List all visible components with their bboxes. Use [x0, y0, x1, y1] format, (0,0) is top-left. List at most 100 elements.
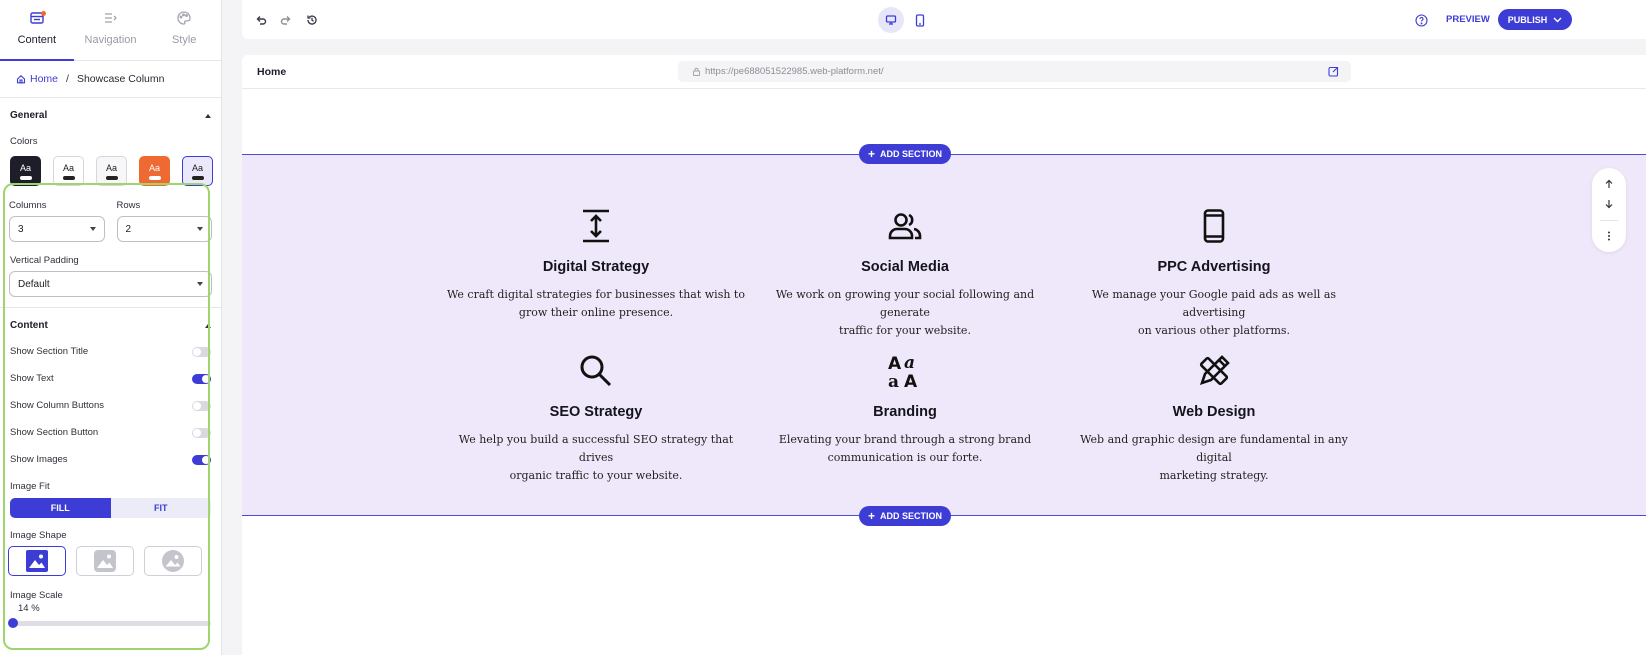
column-item[interactable]: Social Media We work on growing your soc…: [755, 207, 1055, 340]
column-text-line: Web and graphic design are fundamental i…: [1080, 433, 1348, 464]
column-title: Digital Strategy: [542, 259, 650, 275]
slider-knob[interactable]: [8, 618, 18, 628]
breadcrumb: Home / Showcase Column: [0, 61, 221, 98]
image-scale-slider[interactable]: [8, 618, 211, 628]
more-options-icon[interactable]: [1607, 231, 1611, 241]
columns-value: 3: [18, 223, 24, 235]
publish-button[interactable]: PUBLISH: [1498, 9, 1572, 30]
tab-navigation[interactable]: Navigation: [74, 0, 148, 60]
undo-icon: [256, 16, 267, 25]
image-square-icon: [26, 550, 48, 572]
column-item[interactable]: PPC Advertising We manage your Google pa…: [1064, 207, 1364, 340]
breadcrumb-home-link[interactable]: Home: [16, 73, 58, 85]
color-swatch-dark[interactable]: Aa: [10, 156, 41, 186]
preview-button[interactable]: PREVIEW: [1446, 14, 1490, 25]
editor-panel: Content Navigation Style Home / Showcase…: [0, 0, 222, 655]
browser-header: Home https://pe688051522985.web-platform…: [242, 55, 1646, 89]
column-item[interactable]: SEO Strategy We help you build a success…: [446, 352, 746, 485]
image-shape-rounded[interactable]: [76, 546, 134, 576]
toggle-label: Show Column Buttons: [10, 400, 104, 411]
lock-icon: [693, 67, 700, 76]
rows-label: Rows: [116, 200, 141, 211]
history-icon: [307, 15, 317, 25]
current-page-name: Home: [257, 66, 287, 78]
column-item[interactable]: Digital Strategy We craft digital strate…: [446, 207, 746, 322]
columns-label: Columns: [9, 200, 47, 211]
vertical-padding-field: Default: [0, 271, 221, 297]
breadcrumb-separator: /: [66, 73, 69, 85]
show-images-toggle[interactable]: [192, 454, 211, 465]
mobile-icon: [915, 13, 925, 27]
column-text-line: grow their online presence.: [518, 306, 674, 319]
swatch-pill: [191, 175, 204, 180]
column-item[interactable]: Web Design Web and graphic design are fu…: [1064, 352, 1364, 485]
chevron-down-icon: [1553, 17, 1562, 22]
add-section-label: ADD SECTION: [880, 149, 943, 159]
showcase-column-section[interactable]: Digital Strategy We craft digital strate…: [242, 154, 1646, 516]
notification-dot: [40, 11, 46, 16]
color-swatch-lavender[interactable]: Aa: [182, 156, 213, 186]
breadcrumb-home-label: Home: [30, 73, 59, 85]
tab-style-label: Style: [171, 34, 197, 46]
swatch-text: Aa: [62, 162, 74, 173]
design-tools-icon: [1199, 355, 1230, 386]
columns-select[interactable]: 3: [9, 216, 105, 242]
image-shape-square[interactable]: [8, 546, 66, 576]
column-text-line: marketing strategy.: [1159, 469, 1269, 482]
svg-text:a: a: [888, 372, 899, 389]
rows-select[interactable]: 2: [116, 216, 212, 242]
svg-text:A: A: [904, 372, 918, 389]
tab-content[interactable]: Content: [0, 0, 74, 61]
column-title: Branding: [873, 404, 937, 420]
column-icon: [446, 352, 746, 390]
image-fit-fill-option[interactable]: FILL: [10, 498, 111, 518]
help-button[interactable]: [1412, 11, 1430, 29]
navigation-icon: [104, 13, 117, 23]
column-text-line: organic traffic to your website.: [509, 469, 683, 482]
url-bar: https://pe688051522985.web-platform.net/: [678, 61, 1351, 82]
divider: [1600, 219, 1618, 221]
image-fit-segmented: FILL FIT: [10, 498, 211, 518]
column-text: We help you build a successful SEO strat…: [446, 431, 746, 485]
show-section-button-toggle[interactable]: [192, 427, 211, 438]
collapse-caret-icon: [205, 113, 211, 118]
desktop-view-button[interactable]: [878, 7, 904, 33]
redo-button[interactable]: [277, 11, 295, 29]
mobile-view-button[interactable]: [911, 10, 929, 30]
image-shape-circle[interactable]: [144, 546, 202, 576]
column-text: We craft digital strategies for business…: [446, 286, 746, 322]
image-fit-label: Image Fit: [10, 481, 50, 492]
show-text-toggle[interactable]: [192, 373, 211, 384]
vertical-padding-label: Vertical Padding: [10, 255, 79, 266]
undo-button[interactable]: [252, 11, 270, 29]
panel-tabs: Content Navigation Style: [0, 0, 221, 61]
vertical-padding-select[interactable]: Default: [9, 271, 212, 297]
column-item[interactable]: AaaA Branding Elevating your brand throu…: [755, 352, 1055, 467]
column-text-line: We manage your Google paid ads as well a…: [1091, 288, 1337, 319]
content-section-header[interactable]: Content: [0, 320, 221, 331]
toggle-label: Show Section Button: [10, 427, 99, 438]
open-external-button[interactable]: [1328, 66, 1339, 80]
swatch-pill: [19, 175, 32, 180]
color-swatch-orange[interactable]: Aa: [139, 156, 170, 186]
image-fit-fit-option[interactable]: FIT: [111, 498, 212, 518]
swatch-text: Aa: [148, 162, 160, 173]
show-section-title-toggle[interactable]: [192, 346, 211, 357]
history-button[interactable]: [303, 11, 321, 29]
content-section-title: Content: [10, 320, 48, 331]
toggle-label: Show Images: [10, 454, 68, 465]
column-title: SEO Strategy: [549, 404, 643, 420]
home-icon: [16, 75, 26, 84]
rows-value: 2: [125, 223, 132, 235]
tab-style[interactable]: Style: [147, 0, 221, 60]
move-up-icon[interactable]: [1604, 179, 1614, 189]
color-swatch-grey[interactable]: Aa: [96, 156, 127, 186]
add-section-button-bottom[interactable]: + ADD SECTION: [859, 506, 951, 526]
general-section-header[interactable]: General: [0, 110, 221, 121]
add-section-button-top[interactable]: + ADD SECTION: [859, 144, 951, 164]
column-text-line: We work on growing your social following…: [775, 288, 1035, 319]
color-swatch-light[interactable]: Aa: [53, 156, 84, 186]
show-column-buttons-toggle[interactable]: [192, 400, 211, 411]
move-down-icon[interactable]: [1604, 199, 1614, 209]
rows-field: Rows 2: [116, 200, 212, 242]
